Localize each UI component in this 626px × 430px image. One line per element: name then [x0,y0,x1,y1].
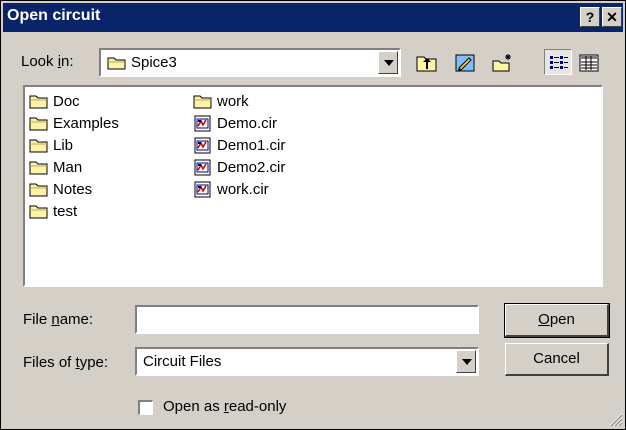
look-in-value: Spice3 [131,54,177,71]
details-view-icon [579,54,599,72]
list-view-button[interactable] [544,49,572,75]
files-of-type-value: Circuit Files [143,353,222,370]
folder-icon [107,57,126,70]
read-only-checkbox[interactable] [138,400,153,415]
files-of-type-label: Files of type: [23,354,109,371]
file-list-item-label: Doc [53,93,80,110]
close-button[interactable]: ✕ [602,7,622,27]
look-in-label: Look in: [21,53,74,70]
file-name-label: File name: [23,311,94,328]
folder-icon [29,205,48,219]
details-view-button[interactable] [574,49,602,75]
folder-icon [29,95,48,109]
file-list-item-label: Lib [53,137,74,154]
files-of-type-dropdown[interactable]: Circuit Files [135,347,479,376]
files-of-type-dropdown-button[interactable] [456,350,476,373]
file-list-item-label: Demo2.cir [217,159,286,176]
desktop-icon [455,54,475,72]
list-view-icon [550,56,568,69]
cancel-button[interactable]: Cancel [505,343,609,376]
circuit-file-icon [194,115,211,132]
circuit-file-icon [194,159,211,176]
open-button[interactable]: Open [504,303,610,338]
file-list-item-label: Demo.cir [217,115,278,132]
file-list[interactable]: Doc Examples Lib Man Notes test work Demo.cir D… [23,85,603,287]
file-list-item-label: work.cir [217,181,269,198]
read-only-label[interactable]: Open as read-only [163,398,286,415]
folder-icon [193,95,212,109]
create-new-folder-button[interactable] [488,49,516,75]
folder-icon [29,183,48,197]
folder-icon [29,117,48,131]
new-folder-icon [492,54,511,72]
file-list-item-label: test [53,203,78,220]
up-one-level-button[interactable] [412,49,440,75]
look-in-dropdown-button[interactable] [378,51,398,74]
open-circuit-dialog: Open circuit ? ✕ Look in: Spice3 Doc Exa… [0,0,626,430]
circuit-file-icon [194,181,211,198]
folder-icon [29,139,48,153]
chevron-down-icon [384,60,394,66]
resize-grip-icon[interactable] [607,411,623,427]
file-list-item-label: Examples [53,115,119,132]
circuit-file-icon [194,137,211,154]
title-bar[interactable]: Open circuit ? ✕ [3,3,623,32]
dialog-title: Open circuit [7,7,101,24]
file-list-item-label: work [217,93,249,110]
file-list-item-label: Demo1.cir [217,137,286,154]
help-button[interactable]: ? [580,7,600,27]
folder-icon [29,161,48,175]
file-name-input[interactable] [135,305,479,334]
chevron-down-icon [462,359,472,365]
file-list-item-label: Man [53,159,83,176]
look-in-dropdown[interactable]: Spice3 [99,48,401,77]
desktop-button[interactable] [450,49,478,75]
file-list-item-label: Notes [53,181,93,198]
up-folder-icon [416,56,437,72]
